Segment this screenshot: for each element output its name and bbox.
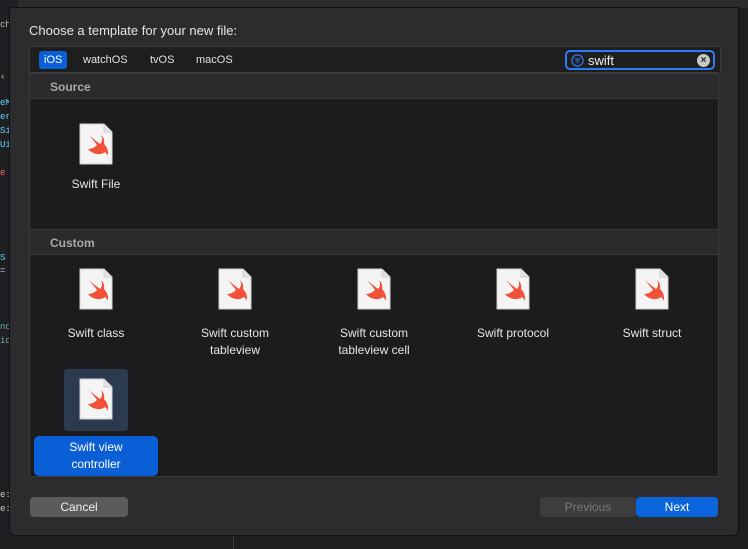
template-swift-file[interactable]: Swift File: [36, 123, 156, 203]
template-label: Swift view controller: [34, 436, 158, 476]
window-titlebar: [0, 0, 748, 8]
template-search-field[interactable]: ×: [565, 50, 715, 70]
template-label: Swift class: [67, 326, 125, 340]
template-swift-custom-tableview[interactable]: Swift custom tableview: [175, 268, 295, 358]
template-label: Swift custom tableview cell: [338, 326, 410, 357]
swift-file-icon: [79, 123, 113, 165]
tab-watchos[interactable]: watchOS: [78, 51, 133, 69]
clear-search-icon[interactable]: ×: [697, 54, 710, 67]
template-label: Swift struct: [622, 326, 682, 340]
template-swift-class[interactable]: Swift class: [36, 268, 156, 358]
template-label: Swift custom tableview: [200, 326, 269, 357]
tab-ios[interactable]: iOS: [39, 51, 68, 69]
swift-file-icon: [357, 268, 391, 310]
template-label: Swift protocol: [476, 326, 550, 340]
template-swift-view-controller[interactable]: Swift view controller: [34, 369, 158, 479]
template-swift-protocol[interactable]: Swift protocol: [453, 268, 573, 358]
swift-file-icon: [218, 268, 252, 310]
template-list: Source Swift File Custom Swift class Swi…: [29, 72, 719, 477]
template-label: Swift File: [71, 177, 121, 191]
previous-button[interactable]: Previous: [540, 497, 636, 517]
platform-tab-bar: iOS watchOS tvOS macOS ×: [29, 46, 721, 73]
filter-icon[interactable]: [571, 54, 584, 67]
new-file-template-sheet: Choose a template for your new file: iOS…: [10, 8, 738, 535]
template-swift-struct[interactable]: Swift struct: [592, 268, 712, 358]
search-input[interactable]: [588, 52, 688, 68]
section-header-source: Source: [30, 73, 718, 99]
template-swift-custom-tableview-cell[interactable]: Swift custom tableview cell: [314, 268, 434, 358]
editor-status-bar: [0, 533, 748, 549]
tab-macos[interactable]: macOS: [191, 51, 238, 69]
swift-file-icon: [635, 268, 669, 310]
swift-file-icon: [79, 268, 113, 310]
next-button[interactable]: Next: [636, 497, 718, 517]
section-header-custom: Custom: [30, 229, 718, 255]
divider: [233, 533, 234, 549]
tab-tvos[interactable]: tvOS: [145, 51, 179, 69]
sheet-title: Choose a template for your new file:: [29, 23, 238, 38]
swift-file-icon: [79, 378, 113, 420]
cancel-button[interactable]: Cancel: [30, 497, 128, 517]
swift-file-icon: [496, 268, 530, 310]
